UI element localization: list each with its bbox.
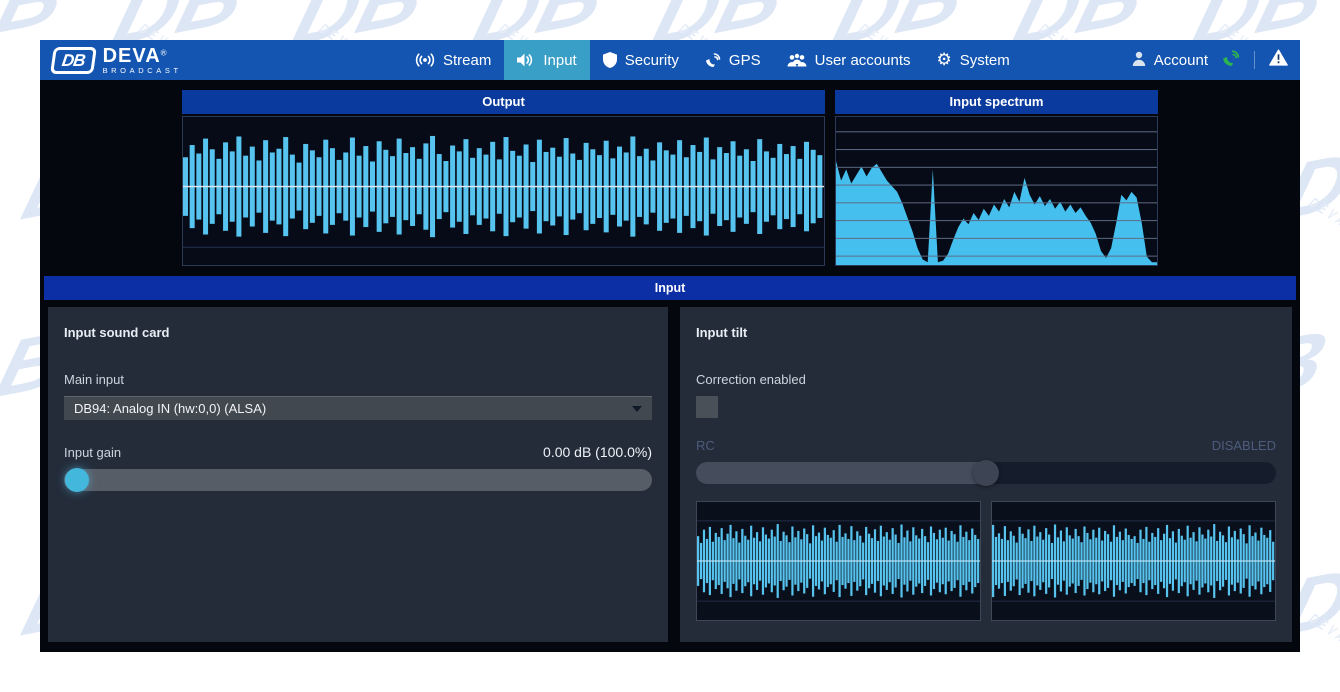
rc-slider-fill <box>696 462 986 484</box>
input-tilt-panel: Input tilt Correction enabled RC DISABLE… <box>680 307 1292 642</box>
rc-status-badge: DISABLED <box>1212 438 1276 453</box>
tab-security[interactable]: Security <box>590 40 692 80</box>
correction-enabled-label: Correction enabled <box>696 372 1276 387</box>
tilt-panel-title: Input tilt <box>696 325 1276 340</box>
alert-icon[interactable] <box>1269 49 1288 71</box>
tilt-left-waveform-display <box>696 501 981 621</box>
output-waveform-display <box>182 116 825 266</box>
nav-divider <box>1254 51 1255 69</box>
chevron-down-icon <box>632 406 642 412</box>
charts-row: Output Input spectrum <box>40 90 1300 266</box>
tab-label: System <box>960 52 1010 69</box>
person-icon <box>1132 51 1146 70</box>
input-spectrum-display <box>835 116 1158 266</box>
speaker-icon <box>517 53 535 67</box>
main-input-selected-value: DB94: Analog IN (hw:0,0) (ALSA) <box>74 401 266 416</box>
tab-system[interactable]: ⚙ System <box>923 40 1022 80</box>
shield-icon <box>603 52 617 68</box>
input-gain-slider[interactable] <box>64 469 652 491</box>
input-section-bar: Input <box>44 276 1296 300</box>
account-button[interactable]: Account <box>1132 51 1208 70</box>
correction-enabled-checkbox[interactable] <box>696 396 718 418</box>
brand-name: DEVA <box>103 45 161 67</box>
top-nav-bar: DB DEVA® BROADCAST Stream Input Security GP… <box>40 40 1300 80</box>
registered-mark: ® <box>161 48 167 57</box>
input-spectrum-chart <box>836 117 1157 265</box>
brand-logo: DB DEVA® BROADCAST <box>52 46 270 75</box>
gps-status-icon <box>1222 49 1240 72</box>
input-gain-label: Input gain <box>64 445 121 460</box>
input-sound-card-panel: Input sound card Main input DB94: Analog… <box>48 307 668 642</box>
brand-text: DEVA® BROADCAST <box>103 46 182 75</box>
main-content: Output Input spectrum Input Input sound … <box>40 80 1300 642</box>
tab-input[interactable]: Input <box>504 40 589 80</box>
tilt-right-waveform-display <box>991 501 1276 621</box>
db-logo-icon: DB <box>50 47 96 74</box>
input-gain-value: 0.00 dB (100.0%) <box>543 444 652 460</box>
users-icon <box>787 53 807 67</box>
tab-label: Security <box>625 52 679 69</box>
settings-panels: Input sound card Main input DB94: Analog… <box>48 307 1292 642</box>
main-input-dropdown[interactable]: DB94: Analog IN (hw:0,0) (ALSA) <box>64 396 652 420</box>
sound-card-panel-title: Input sound card <box>64 325 652 340</box>
tab-label: GPS <box>729 52 761 69</box>
output-waveform-chart <box>183 117 824 265</box>
main-input-label: Main input <box>64 372 652 387</box>
account-label: Account <box>1154 52 1208 69</box>
nav-tabs: Stream Input Security GPS User accounts ⚙ Syst… <box>402 40 1023 80</box>
tab-label: Stream <box>443 52 491 69</box>
output-chart-title: Output <box>182 90 825 114</box>
nav-right-group: Account <box>1132 49 1288 72</box>
tilt-waveforms <box>696 501 1276 621</box>
tab-gps[interactable]: GPS <box>692 40 774 80</box>
output-chart-card: Output <box>182 90 825 266</box>
tab-label: Input <box>543 52 576 69</box>
rc-slider-thumb[interactable] <box>973 460 999 486</box>
rc-label: RC <box>696 438 715 453</box>
rc-slider[interactable] <box>696 462 1276 484</box>
spectrum-chart-card: Input spectrum <box>835 90 1158 266</box>
satellite-icon <box>705 52 721 68</box>
tab-stream[interactable]: Stream <box>402 40 504 80</box>
gear-icon: ⚙ <box>936 52 951 69</box>
app-window: DB DEVA® BROADCAST Stream Input Security GP… <box>40 40 1300 652</box>
input-gain-slider-thumb[interactable] <box>65 468 89 492</box>
tilt-left-waveform-chart <box>697 502 980 620</box>
tab-user-accounts[interactable]: User accounts <box>774 40 924 80</box>
broadcast-icon <box>415 53 435 67</box>
tilt-right-waveform-chart <box>992 502 1275 620</box>
brand-subtitle: BROADCAST <box>103 67 182 75</box>
tab-label: User accounts <box>815 52 911 69</box>
spectrum-chart-title: Input spectrum <box>835 90 1158 114</box>
